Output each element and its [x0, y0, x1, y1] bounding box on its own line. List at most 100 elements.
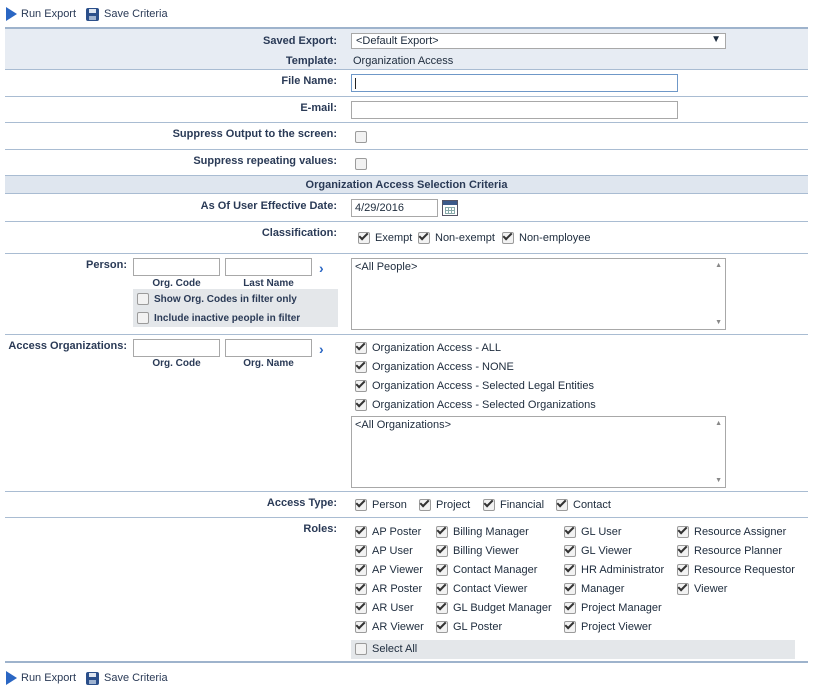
role-checkbox[interactable] [677, 564, 689, 576]
exempt-checkbox[interactable] [358, 232, 370, 244]
access-type-contact-checkbox[interactable] [556, 499, 568, 511]
suppress-repeating-checkbox[interactable] [355, 158, 367, 170]
role-checkbox[interactable] [355, 526, 367, 538]
access-orgs-add-arrow-icon[interactable]: › [319, 342, 324, 356]
save-criteria-button[interactable]: Save Criteria [86, 7, 168, 21]
role-gl-budget-manager[interactable]: GL Budget Manager [436, 601, 552, 615]
person-org-code-input[interactable] [133, 258, 220, 276]
role-checkbox[interactable] [677, 526, 689, 538]
role-project-manager[interactable]: Project Manager [564, 601, 662, 615]
role-ar-user[interactable]: AR User [355, 601, 414, 615]
classification-non-employee[interactable]: Non-employee [502, 231, 591, 245]
role-checkbox[interactable] [564, 621, 576, 633]
scroll-down-icon[interactable]: ▼ [715, 477, 722, 484]
org-access-all-option[interactable]: Organization Access - ALL [355, 341, 501, 355]
save-criteria-button-bottom[interactable]: Save Criteria [86, 671, 168, 685]
role-checkbox[interactable] [355, 621, 367, 633]
access-type-person[interactable]: Person [355, 498, 407, 512]
role-ar-viewer[interactable]: AR Viewer [355, 620, 424, 634]
access-type-financial-checkbox[interactable] [483, 499, 495, 511]
non-employee-checkbox[interactable] [502, 232, 514, 244]
saved-export-value: <Default Export> [356, 35, 439, 47]
select-all-option[interactable]: Select All [355, 642, 417, 656]
access-orgs-listbox[interactable]: <All Organizations> ▲ ▼ [351, 416, 726, 488]
effective-date-input[interactable]: 4/29/2016 [351, 199, 438, 217]
role-checkbox[interactable] [436, 545, 448, 557]
suppress-output-checkbox[interactable] [355, 131, 367, 143]
show-org-codes-option[interactable]: Show Org. Codes in filter only [137, 292, 297, 306]
person-listbox[interactable]: <All People> ▲ ▼ [351, 258, 726, 330]
org-access-none-option[interactable]: Organization Access - NONE [355, 360, 514, 374]
org-access-all-checkbox[interactable] [355, 342, 367, 354]
calendar-icon[interactable] [442, 200, 458, 216]
access-orgs-org-code-input[interactable] [133, 339, 220, 357]
access-type-person-checkbox[interactable] [355, 499, 367, 511]
role-checkbox[interactable] [564, 583, 576, 595]
access-type-financial[interactable]: Financial [483, 498, 544, 512]
access-type-project-checkbox[interactable] [419, 499, 431, 511]
role-resource-assigner[interactable]: Resource Assigner [677, 525, 786, 539]
role-resource-requestor[interactable]: Resource Requestor [677, 563, 795, 577]
role-hr-administrator[interactable]: HR Administrator [564, 563, 664, 577]
role-project-viewer[interactable]: Project Viewer [564, 620, 652, 634]
role-checkbox[interactable] [436, 526, 448, 538]
role-ap-viewer[interactable]: AP Viewer [355, 563, 423, 577]
run-export-button-bottom[interactable]: Run Export [6, 671, 76, 685]
email-input[interactable] [351, 101, 678, 119]
role-checkbox[interactable] [564, 545, 576, 557]
role-billing-viewer[interactable]: Billing Viewer [436, 544, 519, 558]
scroll-down-icon[interactable]: ▼ [715, 319, 722, 326]
role-ap-user[interactable]: AP User [355, 544, 413, 558]
org-access-selected-orgs-checkbox[interactable] [355, 399, 367, 411]
access-orgs-org-name-input[interactable] [225, 339, 312, 357]
role-checkbox[interactable] [436, 621, 448, 633]
include-inactive-checkbox[interactable] [137, 312, 149, 324]
section-title: Organization Access Selection Criteria [5, 176, 808, 194]
role-checkbox[interactable] [355, 564, 367, 576]
person-list-item[interactable]: <All People> [355, 261, 417, 273]
scroll-up-icon[interactable]: ▲ [715, 262, 722, 269]
role-checkbox[interactable] [355, 602, 367, 614]
role-checkbox[interactable] [436, 602, 448, 614]
role-billing-manager[interactable]: Billing Manager [436, 525, 529, 539]
role-gl-viewer[interactable]: GL Viewer [564, 544, 632, 558]
role-gl-user[interactable]: GL User [564, 525, 622, 539]
org-access-legal-entities-checkbox[interactable] [355, 380, 367, 392]
role-checkbox[interactable] [436, 583, 448, 595]
classification-non-exempt[interactable]: Non-exempt [418, 231, 495, 245]
role-checkbox[interactable] [564, 526, 576, 538]
show-org-codes-checkbox[interactable] [137, 293, 149, 305]
scroll-up-icon[interactable]: ▲ [715, 420, 722, 427]
role-checkbox[interactable] [355, 545, 367, 557]
role-ar-poster[interactable]: AR Poster [355, 582, 422, 596]
access-type-contact[interactable]: Contact [556, 498, 611, 512]
include-inactive-option[interactable]: Include inactive people in filter [137, 311, 300, 325]
role-checkbox[interactable] [677, 545, 689, 557]
role-contact-manager[interactable]: Contact Manager [436, 563, 537, 577]
role-gl-poster[interactable]: GL Poster [436, 620, 502, 634]
role-manager[interactable]: Manager [564, 582, 624, 596]
saved-export-select[interactable]: <Default Export> ▼ [351, 33, 726, 49]
role-ap-poster[interactable]: AP Poster [355, 525, 421, 539]
org-access-legal-entities-option[interactable]: Organization Access - Selected Legal Ent… [355, 379, 594, 393]
non-exempt-checkbox[interactable] [418, 232, 430, 244]
suppress-output-row: Suppress Output to the screen: [5, 123, 808, 150]
org-access-selected-orgs-option[interactable]: Organization Access - Selected Organizat… [355, 398, 596, 412]
role-viewer[interactable]: Viewer [677, 582, 727, 596]
classification-exempt[interactable]: Exempt [358, 231, 412, 245]
role-checkbox[interactable] [564, 564, 576, 576]
person-add-arrow-icon[interactable]: › [319, 261, 324, 275]
role-checkbox[interactable] [677, 583, 689, 595]
org-access-none-checkbox[interactable] [355, 361, 367, 373]
role-resource-planner[interactable]: Resource Planner [677, 544, 782, 558]
role-checkbox[interactable] [564, 602, 576, 614]
role-contact-viewer[interactable]: Contact Viewer [436, 582, 527, 596]
file-name-input[interactable] [351, 74, 678, 92]
role-checkbox[interactable] [355, 583, 367, 595]
role-checkbox[interactable] [436, 564, 448, 576]
run-export-button[interactable]: Run Export [6, 7, 76, 21]
select-all-checkbox[interactable] [355, 643, 367, 655]
person-last-name-input[interactable] [225, 258, 312, 276]
access-orgs-list-item[interactable]: <All Organizations> [355, 419, 451, 431]
access-type-project[interactable]: Project [419, 498, 470, 512]
